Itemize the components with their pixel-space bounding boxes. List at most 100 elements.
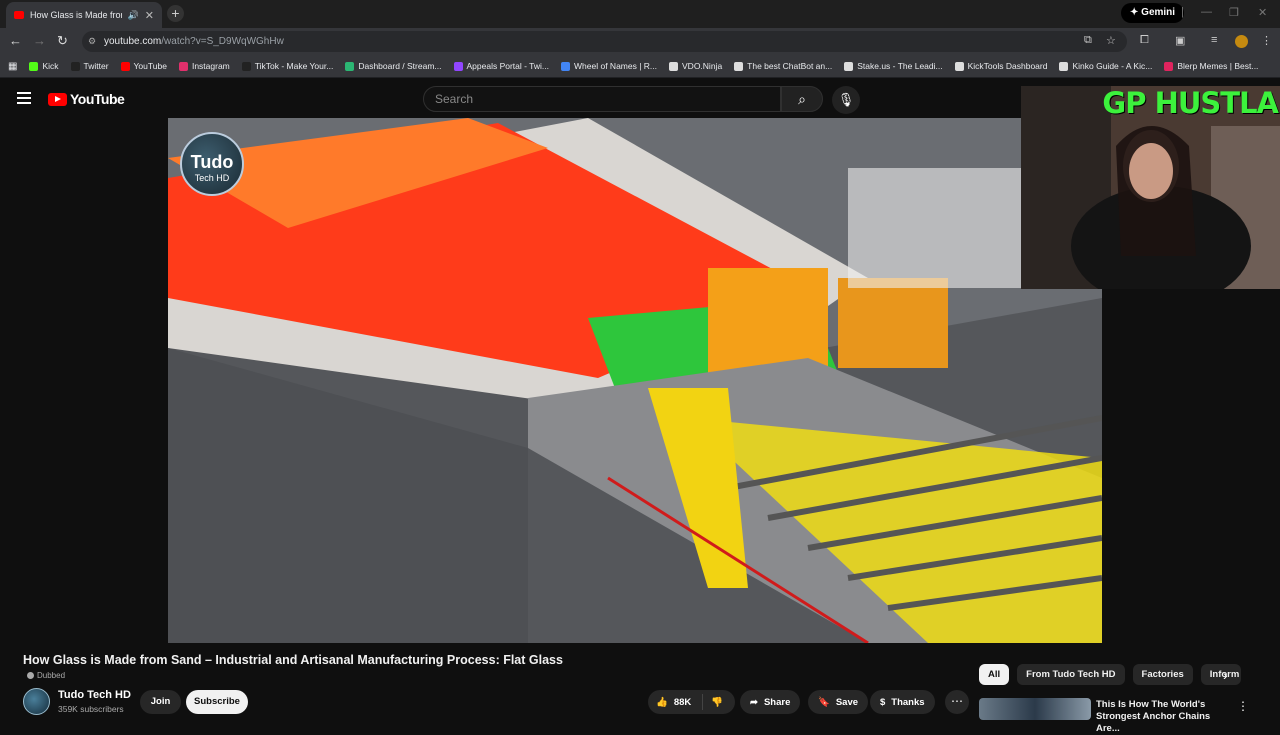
tab-title: How Glass is Made from Sa xyxy=(30,10,122,20)
chevron-right-icon[interactable]: › xyxy=(1223,667,1228,683)
join-button[interactable]: Join xyxy=(140,690,181,714)
forward-icon[interactable]: → xyxy=(33,33,46,48)
recommendation-chips: All From Tudo Tech HD Factories Inform xyxy=(979,664,1241,685)
bookmark-item[interactable]: Kinko Guide - A Kic... xyxy=(1059,61,1152,71)
more-icon: ⋯ xyxy=(951,694,963,708)
bookmark-star-icon[interactable]: ☆ xyxy=(1106,34,1116,47)
browser-tab-bar: How Glass is Made from Sa 🔊 ✕ + ✦ Gemini… xyxy=(0,0,1280,28)
minimize-icon[interactable]: — xyxy=(1201,6,1212,18)
like-button[interactable]: 👍 88K xyxy=(648,694,703,710)
maximize-icon[interactable]: ❐ xyxy=(1229,6,1239,19)
search-button[interactable]: ⌕ xyxy=(781,86,823,112)
site-info-icon[interactable]: ⚙ xyxy=(88,31,96,52)
channel-avatar[interactable] xyxy=(23,688,50,715)
bookmark-item[interactable]: KickTools Dashboard xyxy=(954,61,1048,71)
more-actions-button[interactable]: ⋯ xyxy=(945,690,969,714)
bookmark-item[interactable]: Instagram xyxy=(178,61,230,71)
channel-name[interactable]: Tudo Tech HD xyxy=(58,689,131,701)
gemini-button[interactable]: ✦ Gemini xyxy=(1121,3,1185,23)
profile-avatar[interactable] xyxy=(1235,35,1248,48)
url-field[interactable]: ⚙ youtube.com/watch?v=S_D9WqWGhHw xyxy=(82,31,1127,52)
bookmark-item[interactable]: VDO.Ninja xyxy=(669,61,722,71)
extensions-icon[interactable]: ⧠ xyxy=(1140,34,1149,47)
dislike-button[interactable]: 👎 xyxy=(703,697,723,708)
bookmark-favicon-icon xyxy=(70,61,80,71)
bookmark-item[interactable]: Stake.us - The Leadi... xyxy=(844,61,943,71)
media-control-icon[interactable]: ≡ xyxy=(1211,34,1217,46)
bookmark-favicon-icon xyxy=(844,61,854,71)
webcam-title: GP HUSTLA xyxy=(1102,86,1279,120)
apps-grid-icon[interactable]: ▦ xyxy=(8,61,17,72)
logo-text: YouTube xyxy=(70,91,125,107)
thanks-button[interactable]: $ Thanks xyxy=(870,690,935,714)
divider-icon: | xyxy=(1181,6,1184,18)
dubbed-icon xyxy=(27,672,34,679)
close-window-icon[interactable]: ✕ xyxy=(1258,6,1267,19)
new-tab-button[interactable]: + xyxy=(167,5,184,22)
subscriber-count: 359K subscribers xyxy=(58,704,124,714)
webcam-overlay: GP HUSTLA xyxy=(1021,86,1280,289)
bookmark-label: Wheel of Names | R... xyxy=(574,61,658,71)
reload-icon[interactable]: ↻ xyxy=(57,33,68,49)
share-icon: ➦ xyxy=(750,696,758,708)
chip-factories[interactable]: Factories xyxy=(1132,664,1193,685)
browser-tab[interactable]: How Glass is Made from Sa 🔊 ✕ xyxy=(6,2,162,28)
video-frame-illustration xyxy=(168,118,1102,643)
recommended-title[interactable]: This Is How The World's Strongest Anchor… xyxy=(1096,699,1224,735)
bookmark-item[interactable]: YouTube xyxy=(120,61,167,71)
bookmark-label: Blerp Memes | Best... xyxy=(1177,61,1259,71)
video-title: How Glass is Made from Sand – Industrial… xyxy=(23,653,563,667)
watermark-line1: Tudo xyxy=(190,152,234,172)
recommended-menu-icon[interactable]: ⋮ xyxy=(1237,699,1249,713)
bookmark-favicon-icon xyxy=(29,61,39,71)
browser-menu-icon[interactable]: ⋮ xyxy=(1261,34,1272,47)
chip-all[interactable]: All xyxy=(979,664,1010,685)
thanks-label: Thanks xyxy=(891,696,925,708)
youtube-play-icon xyxy=(48,92,67,106)
bookmark-favicon-icon xyxy=(1164,61,1174,71)
audio-icon[interactable]: 🔊 xyxy=(128,10,139,21)
bookmark-item[interactable]: Appeals Portal - Twi... xyxy=(453,61,549,71)
sidebar-icon[interactable]: ▣ xyxy=(1175,34,1185,47)
recommended-thumbnail[interactable] xyxy=(979,698,1091,720)
bookmark-item[interactable]: Kick xyxy=(29,61,59,71)
bookmark-favicon-icon xyxy=(120,61,130,71)
search-icon: ⌕ xyxy=(798,91,806,107)
bookmark-label: Twitter xyxy=(83,61,109,71)
bookmark-item[interactable]: Dashboard / Stream... xyxy=(345,61,442,71)
youtube-favicon-icon xyxy=(14,11,24,19)
save-button[interactable]: 🔖 Save xyxy=(808,690,869,714)
bookmark-item[interactable]: The best ChatBot an... xyxy=(734,61,832,71)
chip-inform[interactable]: Inform xyxy=(1200,664,1241,685)
video-player[interactable]: Tudo Tech HD xyxy=(168,118,1102,643)
thanks-icon: $ xyxy=(880,696,886,708)
search-input[interactable]: Search xyxy=(423,86,781,112)
voice-search-button[interactable]: 🎙 xyxy=(832,86,860,114)
bookmark-favicon-icon xyxy=(241,61,251,71)
tab-close-icon[interactable]: ✕ xyxy=(145,9,154,22)
bookmark-label: KickTools Dashboard xyxy=(967,61,1048,71)
bookmark-item[interactable]: TikTok - Make Your... xyxy=(241,61,334,71)
bookmark-label: TikTok - Make Your... xyxy=(254,61,334,71)
cast-icon[interactable]: ⧉ xyxy=(1084,34,1092,47)
chip-from-channel[interactable]: From Tudo Tech HD xyxy=(1017,664,1125,685)
bookmark-favicon-icon xyxy=(178,61,188,71)
bookmark-favicon-icon xyxy=(453,61,463,71)
menu-icon[interactable] xyxy=(17,92,31,104)
thumbs-down-icon: 👎 xyxy=(711,696,723,708)
bookmark-favicon-icon xyxy=(345,61,355,71)
bookmark-item[interactable]: Twitter xyxy=(70,61,109,71)
share-button[interactable]: ➦ Share xyxy=(740,690,801,714)
dubbed-label: Dubbed xyxy=(37,671,66,680)
subscribe-button[interactable]: Subscribe xyxy=(186,690,248,714)
bookmark-label: The best ChatBot an... xyxy=(747,61,833,71)
like-dislike-group: 👍 88K 👎 xyxy=(648,690,735,714)
back-icon[interactable]: ← xyxy=(9,33,22,48)
address-bar-row: ← → ↻ ⚙ youtube.com/watch?v=S_D9WqWGhHw … xyxy=(0,28,1280,55)
youtube-logo[interactable]: YouTube xyxy=(48,91,125,107)
share-label: Share xyxy=(763,696,791,708)
bookmark-item[interactable]: Blerp Memes | Best... xyxy=(1164,61,1258,71)
bookmark-item[interactable]: Wheel of Names | R... xyxy=(561,61,657,71)
bookmark-label: Kick xyxy=(42,61,59,71)
like-count: 88K xyxy=(673,696,692,708)
